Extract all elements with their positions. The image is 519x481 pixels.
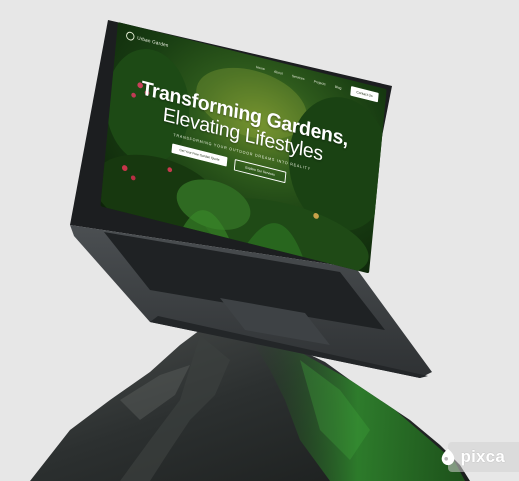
scene: Urban Garden Home About Services Project… bbox=[0, 0, 519, 481]
nav-link-services[interactable]: Services bbox=[292, 74, 305, 81]
contact-button[interactable]: Contact Us bbox=[350, 86, 379, 103]
nav-link-home[interactable]: Home bbox=[256, 65, 265, 71]
nav-link-blog[interactable]: Blog bbox=[335, 85, 342, 90]
logo-icon bbox=[125, 30, 135, 42]
nav-link-projects[interactable]: Projects bbox=[314, 80, 326, 87]
logo-text: Urban Garden bbox=[136, 35, 169, 49]
watermark-text: pixca bbox=[460, 447, 505, 466]
nav-link-about[interactable]: About bbox=[274, 70, 283, 76]
paint-drop-icon bbox=[441, 448, 454, 466]
watermark: pixca bbox=[433, 443, 513, 471]
